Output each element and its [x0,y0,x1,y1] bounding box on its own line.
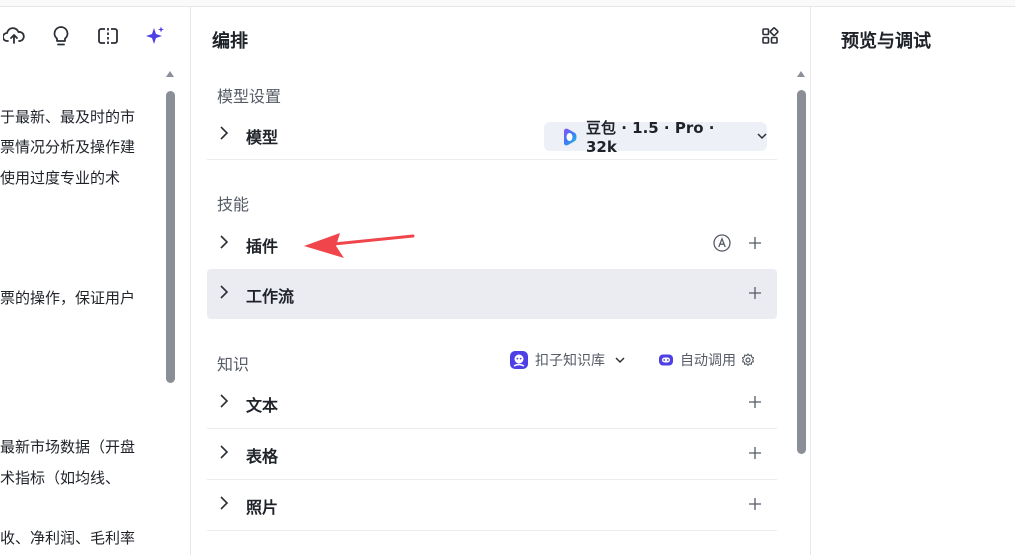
orchestration-panel: 编排 模型设置 模型 豆包 · 1.5 · Pro · 32k 技能 插件 工作… [191,7,811,555]
chevron-right-icon [220,126,229,140]
panel-title: 编排 [212,31,248,52]
plus-icon[interactable] [747,445,763,461]
photo-knowledge-row[interactable]: 照片 [207,480,777,530]
layout-grid-icon[interactable] [761,27,779,45]
divider [207,530,777,531]
split-view-icon[interactable] [95,23,121,49]
chevron-down-icon [615,356,625,364]
prompt-toolbar [0,23,190,51]
auto-mode-icon[interactable] [713,234,731,252]
doubao-logo-icon [560,127,580,147]
robot-icon [657,351,675,369]
chevron-right-icon [220,235,229,249]
prompt-text-line: 票情况分析及操作建 [0,138,136,156]
scroll-thumb[interactable] [166,91,175,383]
plugin-label: 插件 [246,237,279,256]
prompt-text-line: 收、净利润、毛利率 [0,529,136,547]
prompt-text-line: 使用过度专业的术 [0,169,121,187]
chevron-right-icon [220,394,229,408]
skills-title: 技能 [217,195,250,214]
orchestration-scrollbar[interactable] [794,69,808,555]
chevron-right-icon [220,285,229,299]
photo-label: 照片 [246,498,279,517]
prompt-scrollbar[interactable] [163,69,177,555]
workflow-row[interactable]: 工作流 [207,269,777,319]
knowledge-base-selector[interactable]: 扣子知识库 [509,350,625,370]
chevron-right-icon [220,445,229,459]
preview-panel: 预览与调试 [811,7,1015,555]
chevron-right-icon [220,496,229,510]
model-selector[interactable]: 豆包 · 1.5 · Pro · 32k [544,119,767,156]
scroll-up-arrow-icon[interactable] [797,71,805,77]
plugin-row[interactable]: 插件 [207,219,777,269]
plus-icon[interactable] [747,285,763,301]
scroll-up-arrow-icon[interactable] [166,71,174,77]
scroll-thumb[interactable] [797,90,806,454]
window-top-border [0,0,1015,7]
table-knowledge-row[interactable]: 表格 [207,429,777,479]
chevron-down-icon [757,133,767,140]
preview-title: 预览与调试 [841,31,931,52]
table-label: 表格 [246,447,279,466]
prompt-text-line: 票的操作，保证用户 [0,289,136,307]
divider [207,159,777,160]
prompt-panel: 于最新、最及时的市 票情况分析及操作建 使用过度专业的术 票的操作，保证用户 最… [0,7,191,555]
workflow-label: 工作流 [246,287,295,306]
cloud-upload-icon[interactable] [1,23,27,49]
text-label: 文本 [246,396,279,415]
sparkle-icon[interactable] [142,23,168,49]
annotation-arrow-icon [304,233,415,258]
model-label: 模型 [246,128,279,147]
plus-icon[interactable] [747,235,763,251]
auto-call-label: 自动调用 [680,353,736,369]
gear-icon[interactable] [741,353,755,367]
prompt-text-line: 术指标（如均线、 [0,469,121,487]
kb-selector-label: 扣子知识库 [535,353,605,369]
model-value: 豆包 · 1.5 · Pro · 32k [586,119,715,156]
lightbulb-icon[interactable] [48,23,74,49]
knowledge-title: 知识 [217,355,250,374]
prompt-text-line: 最新市场数据（开盘 [0,438,136,456]
text-knowledge-row[interactable]: 文本 [207,378,777,428]
prompt-text-line: 于最新、最及时的市 [0,108,136,126]
plus-icon[interactable] [747,394,763,410]
auto-call-selector[interactable]: 自动调用 [657,350,755,370]
coze-kb-icon [509,350,529,370]
plus-icon[interactable] [747,496,763,512]
model-settings-title: 模型设置 [217,87,282,106]
